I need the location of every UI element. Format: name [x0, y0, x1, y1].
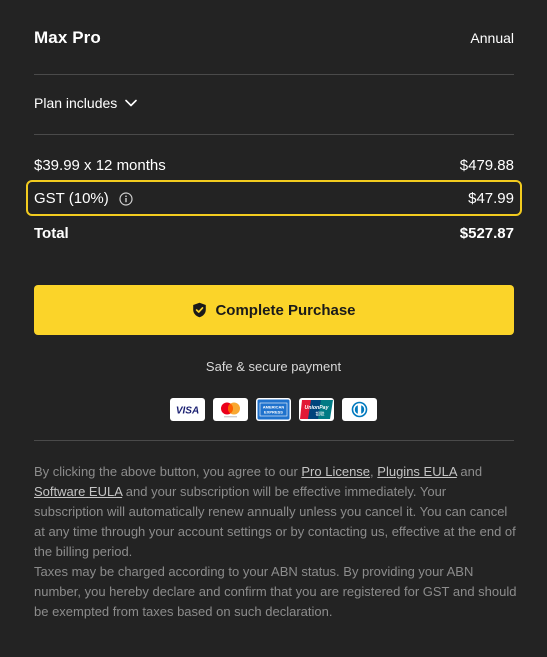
plan-header: Max Pro Annual [34, 28, 514, 48]
tax-disclaimer: Taxes may be charged according to your A… [34, 564, 517, 619]
tax-label: GST (10%) [34, 189, 109, 207]
checkout-panel: Max Pro Annual Plan includes $39.99 x 12… [0, 0, 547, 657]
american-express-icon: AMERICAN EXPRESS [256, 398, 291, 421]
subscription-label: $39.99 x 12 months [34, 157, 166, 174]
svg-text:银联: 银联 [316, 411, 325, 418]
billing-cycle: Annual [470, 30, 514, 46]
total-row: Total $527.87 [34, 225, 514, 242]
plan-includes-label: Plan includes [34, 95, 118, 111]
pro-license-link[interactable]: Pro License [301, 464, 370, 479]
subscription-amount: $479.88 [459, 157, 514, 174]
mastercard-icon [213, 398, 248, 421]
legal-disclaimer: By clicking the above button, you agree … [34, 462, 517, 622]
complete-purchase-label: Complete Purchase [215, 301, 356, 319]
diners-club-icon [342, 398, 377, 421]
divider [34, 134, 514, 135]
total-amount: $527.87 [459, 225, 514, 242]
divider [34, 74, 514, 75]
legal-text: By clicking the above button, you agree … [34, 464, 302, 479]
divider [34, 440, 514, 441]
plan-name: Max Pro [34, 28, 101, 47]
visa-card-icon: VISA [170, 398, 205, 421]
chevron-down-icon [125, 99, 138, 107]
svg-text:UnionPay: UnionPay [305, 405, 330, 411]
subscription-row: $39.99 x 12 months $479.88 [34, 157, 514, 174]
shield-check-icon [192, 302, 207, 318]
secure-payment-text: Safe & secure payment [205, 359, 342, 374]
total-label: Total [34, 225, 69, 242]
plugins-eula-link[interactable]: Plugins EULA [377, 464, 457, 479]
svg-text:EXPRESS: EXPRESS [264, 410, 283, 415]
tax-amount: $47.99 [468, 189, 514, 207]
legal-text: and [456, 464, 483, 479]
svg-text:VISA: VISA [176, 406, 199, 417]
info-icon[interactable] [119, 192, 133, 206]
software-eula-link[interactable]: Software EULA [34, 484, 122, 499]
payment-methods: VISA AMERICAN EXPRESS UnionPay 银联 [0, 398, 547, 421]
plan-includes-toggle[interactable]: Plan includes [34, 95, 138, 111]
unionpay-icon: UnionPay 银联 [299, 398, 334, 421]
tax-row: GST (10%) $47.99 [26, 180, 522, 216]
complete-purchase-button[interactable]: Complete Purchase [34, 285, 514, 335]
